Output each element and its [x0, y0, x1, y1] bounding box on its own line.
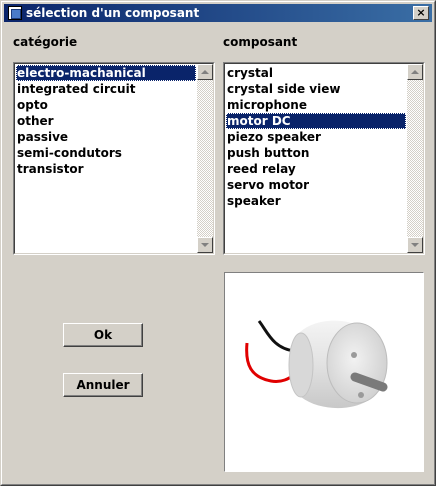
arrow-down-icon — [411, 243, 419, 247]
component-item[interactable]: servo motor — [226, 177, 406, 193]
category-item[interactable]: other — [16, 113, 196, 129]
motor-back — [288, 332, 314, 398]
scroll-up-button[interactable] — [407, 64, 423, 80]
category-scrollbar[interactable] — [197, 64, 213, 253]
component-label: composant — [223, 35, 298, 49]
category-item[interactable]: passive — [16, 129, 196, 145]
scroll-up-button[interactable] — [197, 64, 213, 80]
component-scrollbar[interactable] — [407, 64, 423, 253]
motor-face — [326, 322, 388, 404]
category-item[interactable]: semi-condutors — [16, 145, 196, 161]
category-item[interactable]: electro-machanical — [16, 65, 196, 81]
category-item[interactable]: opto — [16, 97, 196, 113]
app-icon — [8, 6, 22, 20]
component-item[interactable]: speaker — [226, 193, 406, 209]
component-preview — [224, 272, 424, 472]
component-item[interactable]: crystal — [226, 65, 406, 81]
dialog-window: sélection d'un composant × catégorie com… — [0, 0, 436, 486]
scroll-down-button[interactable] — [197, 237, 213, 253]
window-title: sélection d'un composant — [26, 6, 200, 20]
component-list: crystal crystal side view microphone motor … — [226, 65, 406, 209]
dc-motor-icon — [245, 320, 388, 409]
component-item[interactable]: push button — [226, 145, 406, 161]
category-item[interactable]: integrated circuit — [16, 81, 196, 97]
black-wire — [257, 320, 296, 353]
arrow-up-icon — [201, 70, 209, 74]
category-listbox[interactable]: electro-machanical integrated circuit opto… — [13, 62, 215, 255]
category-list: electro-machanical integrated circuit opto… — [16, 65, 196, 177]
arrow-down-icon — [201, 243, 209, 247]
close-button[interactable]: × — [413, 6, 429, 20]
arrow-up-icon — [411, 70, 419, 74]
component-item[interactable]: microphone — [226, 97, 406, 113]
component-listbox[interactable]: crystal crystal side view microphone motor … — [223, 62, 425, 255]
cancel-button[interactable]: Annuler — [63, 373, 143, 397]
category-item[interactable]: transistor — [16, 161, 196, 177]
component-item[interactable]: piezo speaker — [226, 129, 406, 145]
mount-hole — [351, 352, 357, 358]
component-item[interactable]: crystal side view — [226, 81, 406, 97]
title-bar[interactable]: sélection d'un composant × — [4, 4, 432, 22]
component-item[interactable]: reed relay — [226, 161, 406, 177]
ok-button[interactable]: Ok — [63, 323, 143, 347]
category-label: catégorie — [13, 35, 78, 49]
scroll-down-button[interactable] — [407, 237, 423, 253]
component-item[interactable]: motor DC — [226, 113, 406, 129]
mount-hole — [358, 392, 364, 398]
